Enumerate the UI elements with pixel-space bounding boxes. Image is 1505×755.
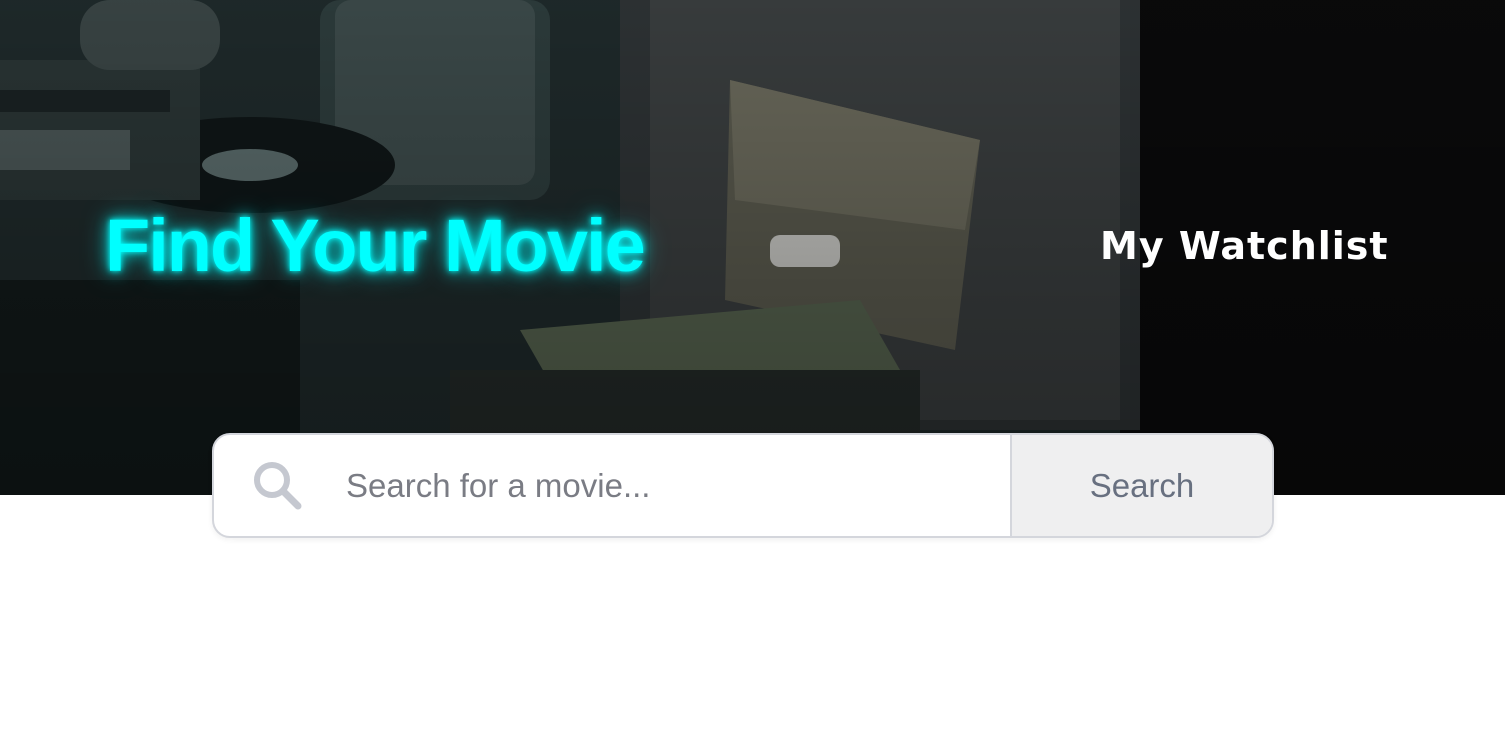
site-title[interactable]: Find Your Movie <box>105 203 646 288</box>
search-bar: Search <box>212 433 1274 538</box>
search-icon <box>214 435 342 536</box>
nav-link-my-watchlist[interactable]: My Watchlist <box>1100 224 1389 268</box>
search-input[interactable] <box>342 435 1010 536</box>
hero-banner: Find Your Movie My Watchlist <box>0 0 1505 495</box>
magnifier-glyph <box>254 461 302 509</box>
search-button[interactable]: Search <box>1010 435 1272 536</box>
